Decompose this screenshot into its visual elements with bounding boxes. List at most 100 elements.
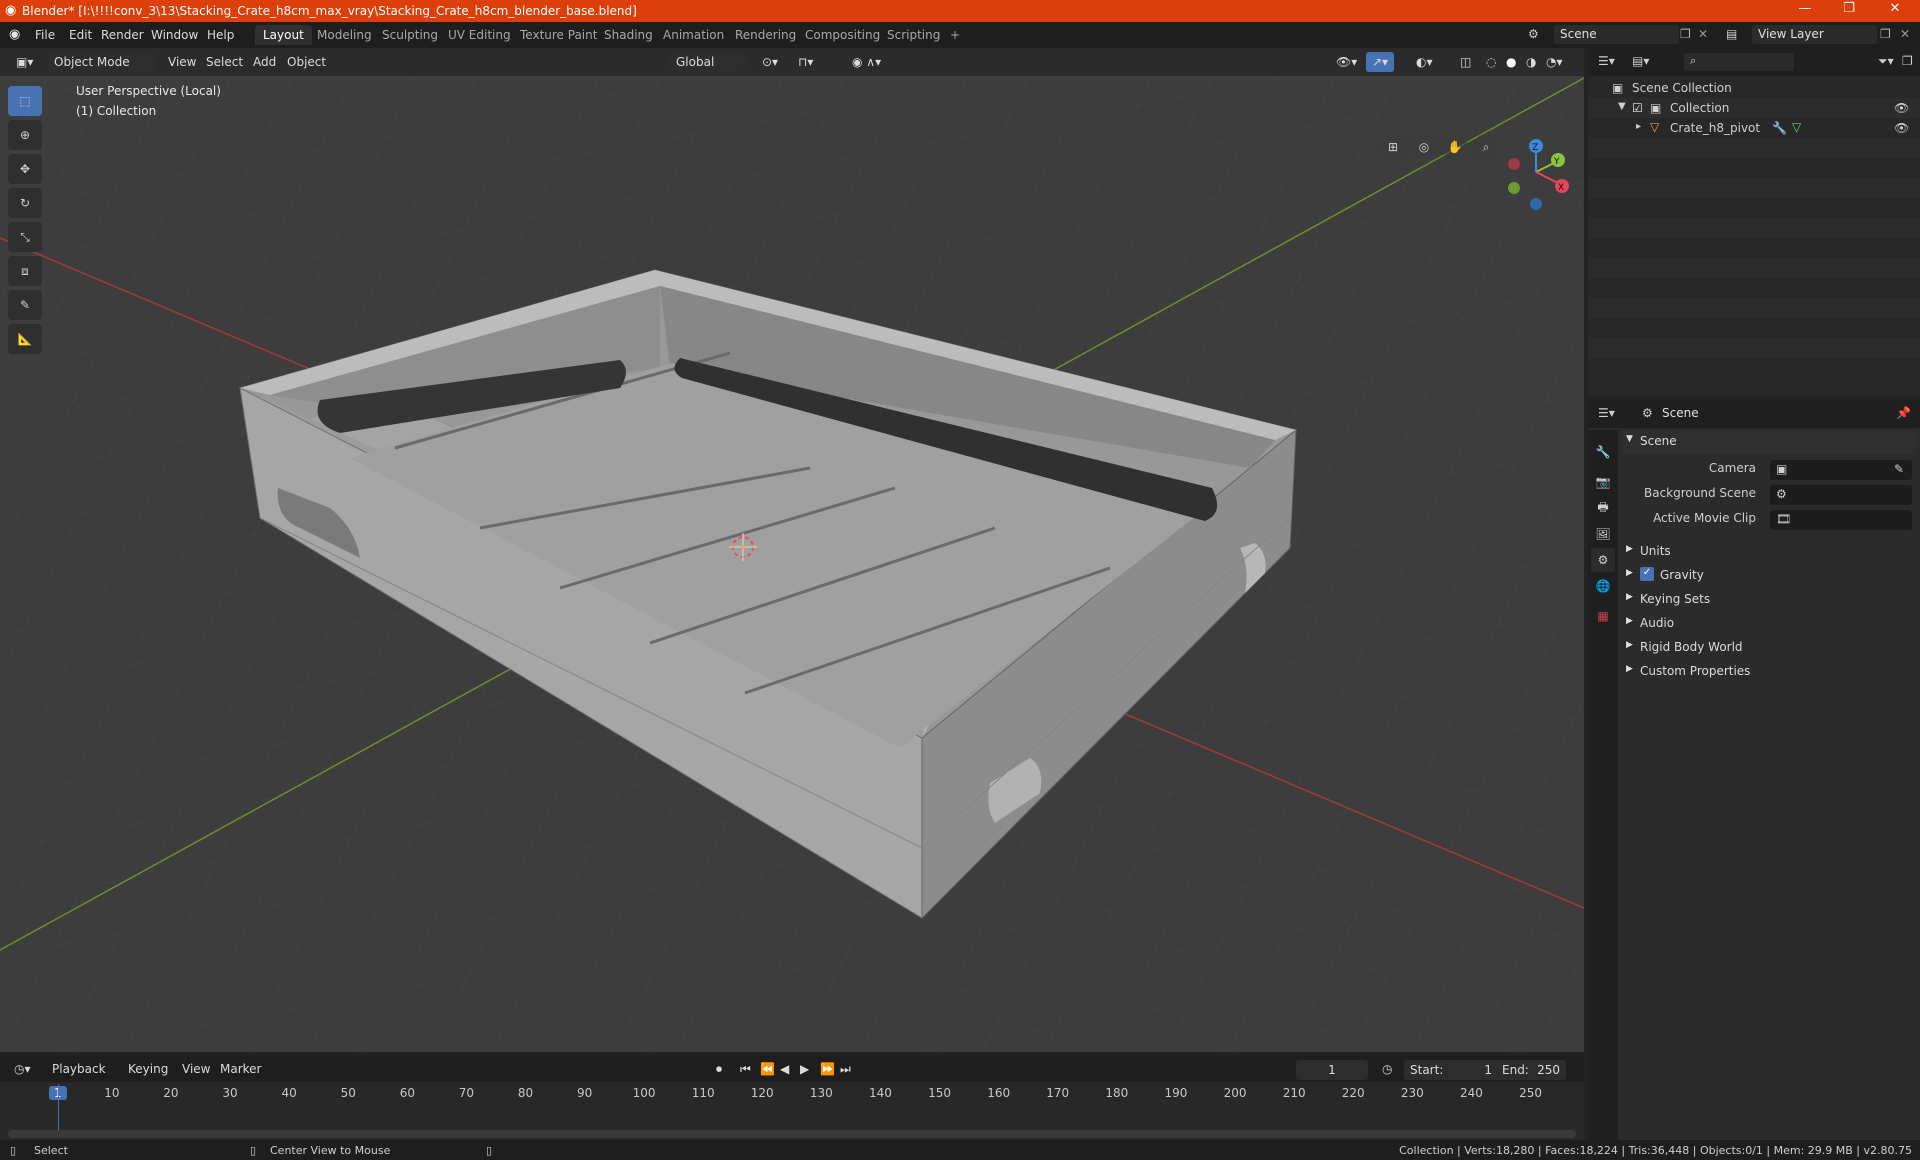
playhead[interactable] bbox=[58, 1084, 59, 1136]
jump-end-icon[interactable]: ⏭ bbox=[834, 1059, 857, 1079]
timeline-scrollbar[interactable] bbox=[8, 1130, 1576, 1138]
move-tool-icon[interactable]: ✥ bbox=[8, 154, 42, 184]
tool-settings-tab-icon[interactable]: 🔧 bbox=[1591, 440, 1615, 464]
current-frame-field[interactable]: 1 bbox=[1296, 1060, 1368, 1080]
zoom-icon[interactable]: ⌕ bbox=[1473, 134, 1499, 160]
audio-panel-header[interactable]: ▶ Audio bbox=[1622, 612, 1916, 636]
outliner-row-collection[interactable]: ▼ ☑ ▣ Collection 👁 bbox=[1588, 98, 1920, 118]
scene-tab-icon[interactable]: ⚙ bbox=[1591, 548, 1615, 572]
mode-selector[interactable]: Object Mode bbox=[48, 52, 156, 72]
close-button[interactable]: ✕ bbox=[1880, 1, 1910, 16]
menu-timeline-view[interactable]: View bbox=[176, 1059, 216, 1079]
add-workspace-button[interactable]: + bbox=[942, 25, 968, 45]
end-frame-field[interactable]: End: 250 bbox=[1496, 1060, 1566, 1080]
visibility-icon[interactable]: 👁▾ bbox=[1330, 52, 1363, 72]
scene-new-icon[interactable]: ❐ bbox=[1680, 27, 1691, 41]
shading-rendered-icon[interactable]: ◔▾ bbox=[1540, 52, 1569, 72]
rotate-tool-icon[interactable]: ↻ bbox=[8, 188, 42, 218]
display-mode-icon[interactable]: ▤▾ bbox=[1632, 54, 1649, 68]
outliner-search-input[interactable] bbox=[1684, 53, 1794, 71]
view-layer-new-icon[interactable]: ❐ bbox=[1880, 27, 1891, 41]
rigid-body-world-panel-header[interactable]: ▶ Rigid Body World bbox=[1622, 636, 1916, 660]
scene-panel-header[interactable]: ▼ Scene bbox=[1622, 430, 1916, 454]
gravity-panel-header[interactable]: ▶ ✓ Gravity bbox=[1622, 564, 1916, 588]
background-scene-field[interactable]: ⚙ bbox=[1770, 485, 1912, 505]
record-button-icon[interactable]: ⏺ bbox=[710, 1059, 728, 1079]
scene-icon[interactable]: ⚙ bbox=[1528, 27, 1539, 41]
timeline-editor[interactable]: ◷▾ Playback Keying View Marker ⏺ ⏮ ⏪ ◀ ▶… bbox=[0, 1056, 1584, 1144]
scene-selector[interactable]: Scene bbox=[1554, 25, 1679, 44]
timeline-editor-type-icon[interactable]: ◷▾ bbox=[8, 1059, 37, 1079]
world-tab-icon[interactable]: 🌐 bbox=[1591, 574, 1615, 598]
play-icon[interactable]: ▶ bbox=[794, 1059, 815, 1079]
visibility-eye-icon[interactable]: 👁 bbox=[1894, 121, 1909, 135]
select-box-tool-icon[interactable]: ⬚ bbox=[8, 86, 42, 116]
tab-animation[interactable]: Animation bbox=[655, 25, 732, 45]
outliner-row-scene-collection[interactable]: ▣ Scene Collection bbox=[1588, 78, 1920, 98]
outliner-editor-type-icon[interactable]: ☰▾ bbox=[1598, 54, 1615, 68]
scene-remove-icon[interactable]: ✕ bbox=[1698, 27, 1708, 41]
gizmo-toggle-icon[interactable]: ↗▾ bbox=[1366, 52, 1395, 72]
tab-texture-paint[interactable]: Texture Paint bbox=[512, 25, 605, 45]
active-movie-clip-field[interactable]: 🎞 bbox=[1770, 510, 1912, 530]
texture-tab-icon[interactable]: ▦ bbox=[1591, 604, 1615, 628]
annotate-tool-icon[interactable]: ✎ bbox=[8, 290, 42, 320]
view-layer-remove-icon[interactable]: ✕ bbox=[1900, 27, 1910, 41]
render-tab-icon[interactable]: 📷 bbox=[1591, 470, 1615, 494]
tab-sculpting[interactable]: Sculpting bbox=[374, 25, 446, 45]
camera-field[interactable]: ▣ ✎ bbox=[1770, 460, 1912, 480]
menu-object[interactable]: Object bbox=[281, 52, 332, 72]
eyedropper-icon[interactable]: ✎ bbox=[1894, 462, 1904, 476]
outliner-row-crate[interactable]: ▸ ▽ Crate_h8_pivot 🔧 ▽ 👁 bbox=[1588, 118, 1920, 138]
menu-window[interactable]: Window bbox=[151, 28, 198, 42]
expand-arrow-icon[interactable]: ▼ bbox=[1618, 101, 1626, 112]
viewport-canvas[interactable]: Z Y X bbox=[0, 48, 1584, 1052]
view-layer-selector[interactable]: View Layer bbox=[1752, 25, 1877, 44]
cursor-tool-icon[interactable]: ⊕ bbox=[8, 120, 42, 150]
menu-playback[interactable]: Playback bbox=[46, 1059, 112, 1079]
visibility-eye-icon[interactable]: 👁 bbox=[1894, 101, 1909, 115]
tab-compositing[interactable]: Compositing bbox=[797, 25, 888, 45]
proportional-editing-icon[interactable]: ◉ ∧▾ bbox=[846, 52, 887, 72]
overlay-toggle-icon[interactable]: ◐▾ bbox=[1410, 52, 1439, 72]
blender-menu-icon[interactable]: ◉ bbox=[9, 27, 20, 42]
gravity-checkbox[interactable]: ✓ bbox=[1640, 567, 1654, 581]
modifier-wrench-icon[interactable]: 🔧 bbox=[1772, 121, 1787, 135]
clock-icon[interactable]: ◷ bbox=[1376, 1059, 1398, 1079]
filter-icon[interactable]: ⏷▾ bbox=[1878, 54, 1894, 69]
menu-render[interactable]: Render bbox=[101, 28, 144, 42]
tab-rendering[interactable]: Rendering bbox=[727, 25, 804, 45]
menu-add[interactable]: Add bbox=[247, 52, 282, 72]
expand-arrow-icon[interactable]: ▸ bbox=[1636, 121, 1641, 132]
menu-edit[interactable]: Edit bbox=[69, 28, 92, 42]
xray-icon[interactable]: ◫ bbox=[1454, 52, 1477, 72]
tab-modeling[interactable]: Modeling bbox=[309, 25, 380, 45]
menu-marker[interactable]: Marker bbox=[214, 1059, 267, 1079]
menu-keying[interactable]: Keying bbox=[122, 1059, 174, 1079]
properties-editor-type-icon[interactable]: ☰▾ bbox=[1598, 406, 1615, 420]
camera-view-icon[interactable]: ◎ bbox=[1411, 134, 1437, 160]
editor-type-icon[interactable]: ▣▾ bbox=[10, 52, 39, 72]
tab-scripting[interactable]: Scripting bbox=[879, 25, 948, 45]
output-tab-icon[interactable]: 🖶 bbox=[1591, 496, 1615, 520]
menu-help[interactable]: Help bbox=[207, 28, 234, 42]
transform-orientation-selector[interactable]: Global bbox=[670, 52, 746, 72]
maximize-button[interactable]: ❐ bbox=[1834, 1, 1864, 16]
tab-layout[interactable]: Layout bbox=[255, 25, 312, 45]
mesh-data-icon[interactable]: ▽ bbox=[1792, 120, 1801, 134]
tab-uv-editing[interactable]: UV Editing bbox=[440, 25, 519, 45]
new-collection-icon[interactable]: ❐ bbox=[1902, 54, 1913, 68]
pivot-point-icon[interactable]: ⊙▾ bbox=[756, 52, 784, 72]
scale-tool-icon[interactable]: ⤡ bbox=[8, 222, 42, 252]
toggle-grid-icon[interactable]: ⊞ bbox=[1380, 134, 1406, 160]
menu-file[interactable]: File bbox=[35, 28, 55, 42]
keying-sets-panel-header[interactable]: ▶ Keying Sets bbox=[1622, 588, 1916, 612]
units-panel-header[interactable]: ▶ Units bbox=[1622, 540, 1916, 564]
include-checkbox[interactable]: ☑ bbox=[1632, 101, 1643, 115]
minimize-button[interactable]: — bbox=[1790, 1, 1820, 16]
play-reverse-icon[interactable]: ◀ bbox=[774, 1059, 795, 1079]
pin-icon[interactable]: 📌 bbox=[1896, 406, 1911, 420]
transform-tool-icon[interactable]: ⧈ bbox=[8, 256, 42, 286]
measure-tool-icon[interactable]: 📐 bbox=[8, 324, 42, 354]
view-layer-icon[interactable]: ▤ bbox=[1726, 27, 1737, 41]
